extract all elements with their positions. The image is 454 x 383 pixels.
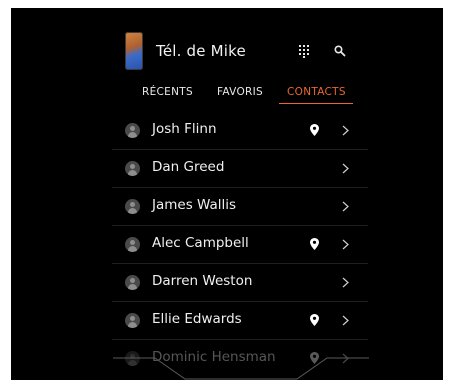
avatar-icon	[125, 275, 140, 290]
tab-bar: RÉCENTS FAVORIS CONTACTS	[130, 86, 360, 106]
contact-row[interactable]: Ellie Edwards	[112, 302, 368, 340]
bottom-bezel-divider	[113, 357, 369, 380]
tab-favorites[interactable]: FAVORIS	[217, 86, 263, 98]
chevron-right-icon[interactable]	[342, 125, 349, 136]
contact-name: Darren Weston	[152, 273, 253, 289]
contact-name: James Wallis	[152, 197, 237, 213]
avatar-icon	[125, 161, 140, 176]
contact-row[interactable]: Josh Flinn	[112, 112, 368, 150]
header: Tél. de Mike	[125, 30, 355, 80]
location-pin-icon[interactable]	[310, 124, 319, 136]
avatar-icon	[125, 123, 140, 138]
chevron-right-icon[interactable]	[342, 277, 349, 288]
location-pin-icon[interactable]	[310, 238, 319, 250]
chevron-right-icon[interactable]	[342, 315, 349, 326]
avatar-icon	[125, 237, 140, 252]
contact-row[interactable]: Darren Weston	[112, 264, 368, 302]
contacts-list: Josh Flinn Dan Greed James Wallis Alec C…	[112, 112, 368, 377]
chevron-right-icon[interactable]	[342, 239, 349, 250]
contact-row[interactable]: Dan Greed	[112, 150, 368, 188]
contact-name: Josh Flinn	[152, 121, 217, 137]
contact-name: Alec Campbell	[152, 235, 249, 251]
tab-contacts[interactable]: CONTACTS	[287, 86, 346, 98]
tab-recents[interactable]: RÉCENTS	[142, 86, 193, 98]
dialpad-icon[interactable]	[297, 44, 311, 58]
contact-row[interactable]: Alec Campbell	[112, 226, 368, 264]
contact-row[interactable]: James Wallis	[112, 188, 368, 226]
location-pin-icon[interactable]	[310, 314, 319, 326]
contact-name: Dan Greed	[152, 159, 225, 175]
search-icon[interactable]	[333, 44, 347, 58]
page-title: Tél. de Mike	[156, 42, 246, 60]
contact-name: Ellie Edwards	[152, 311, 242, 327]
avatar-icon	[125, 199, 140, 214]
active-tab-indicator	[279, 103, 353, 104]
avatar-icon	[125, 313, 140, 328]
chevron-right-icon[interactable]	[342, 201, 349, 212]
phone-thumbnail-icon	[125, 32, 143, 70]
chevron-right-icon[interactable]	[342, 163, 349, 174]
